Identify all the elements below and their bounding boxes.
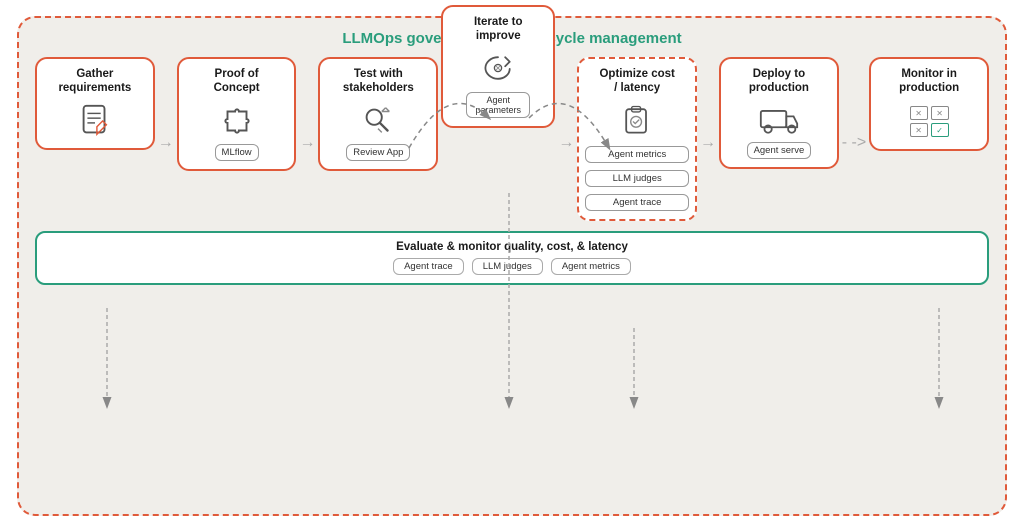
test-badge: Review App xyxy=(346,144,410,161)
arrow-1: → xyxy=(158,57,174,177)
card-poc-title: Proof of Concept xyxy=(214,67,260,97)
refresh-icon xyxy=(480,50,516,86)
arrow-5: - -> xyxy=(842,57,866,177)
clipboard-icon xyxy=(619,102,655,138)
doc-icon xyxy=(76,102,114,140)
bottom-bar-badges: Agent trace LLM judges Agent metrics xyxy=(393,258,631,275)
bottom-badge-1: Agent trace xyxy=(393,258,464,275)
bottom-evaluate-bar: Evaluate & monitor quality, cost, & late… xyxy=(35,231,989,285)
search-tools-icon xyxy=(359,102,397,140)
monitor-cell-4: ✓ xyxy=(931,123,949,137)
card-optimize: Optimize cost / latency Agent metrics LL… xyxy=(577,57,697,222)
monitor-grid: ✕ ✕ ✕ ✓ xyxy=(910,106,949,137)
bottom-bar-title: Evaluate & monitor quality, cost, & late… xyxy=(396,241,628,253)
puzzle-icon xyxy=(218,102,256,140)
bottom-badge-2: LLM judges xyxy=(472,258,543,275)
monitor-cell-3: ✕ xyxy=(910,123,928,137)
optimize-badge-1: Agent metrics xyxy=(585,146,689,163)
card-deploy-title: Deploy to production xyxy=(749,67,809,97)
truck-icon xyxy=(759,102,799,138)
card-monitor-title: Monitor in production xyxy=(899,67,959,97)
card-poc: Proof of Concept MLflow xyxy=(177,57,297,172)
poc-badge: MLflow xyxy=(215,144,259,161)
arrow-4: → xyxy=(700,57,716,177)
optimize-badge-3: Agent trace xyxy=(585,194,689,211)
cards-row: Gather requirements → Proof of Concept M… xyxy=(35,57,989,222)
card-iterate-title: Iterate to improve xyxy=(474,15,523,45)
card-iterate: Iterate to improve Agentparameters xyxy=(441,5,555,129)
card-gather-title: Gather requirements xyxy=(58,67,131,97)
monitor-cell-2: ✕ xyxy=(931,106,949,120)
deploy-badge: Agent serve xyxy=(747,142,812,159)
iterate-area: Iterate to improve Agentparameters xyxy=(441,5,555,133)
card-gather: Gather requirements xyxy=(35,57,155,151)
arrow-2: → xyxy=(299,57,315,177)
optimize-badges: Agent metrics LLM judges Agent trace xyxy=(585,142,689,211)
card-test-title: Test with stakeholders xyxy=(343,67,414,97)
outer-container: LLMOps governance and lifecycle manageme… xyxy=(17,16,1007,516)
monitor-cell-1: ✕ xyxy=(910,106,928,120)
bottom-badge-3: Agent metrics xyxy=(551,258,631,275)
arrow-3: → xyxy=(558,57,574,177)
card-optimize-title: Optimize cost / latency xyxy=(599,67,674,97)
iterate-sub-badge: Agentparameters xyxy=(466,92,530,118)
card-deploy: Deploy to production Agent serve xyxy=(719,57,839,170)
optimize-badge-2: LLM judges xyxy=(585,170,689,187)
card-monitor: Monitor in production ✕ ✕ ✕ ✓ xyxy=(869,57,989,152)
card-test: Test with stakeholders Review App xyxy=(318,57,438,172)
